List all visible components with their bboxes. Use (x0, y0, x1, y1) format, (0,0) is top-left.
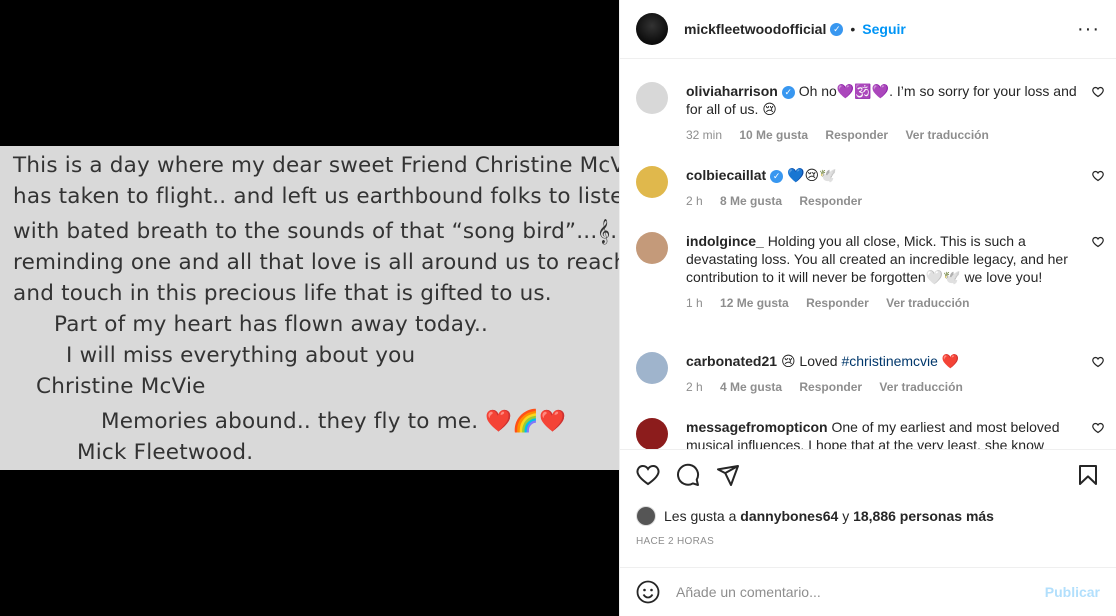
comment-text: ❤️ (941, 353, 960, 369)
translate-button[interactable]: Ver traducción (905, 128, 988, 142)
post-header: mickfleetwoodofficial ✓ • Seguir ··· (620, 0, 1116, 59)
liker-avatar[interactable] (636, 506, 656, 526)
commenter-avatar[interactable] (636, 166, 668, 198)
commenter-avatar[interactable] (636, 232, 668, 264)
translate-button[interactable]: Ver traducción (879, 380, 962, 394)
instagram-post-viewer: This is a day where my dear sweet Friend… (0, 0, 1116, 616)
liker-username[interactable]: dannybones64 (740, 508, 838, 524)
reply-button[interactable]: Responder (806, 296, 869, 310)
author-username[interactable]: mickfleetwoodofficial (684, 21, 826, 37)
comment-item: carbonated21 😢 Loved #christinemcvie ❤️ … (636, 352, 1104, 396)
likes-prefix: Les gusta a (664, 508, 737, 524)
separator-dot: • (850, 21, 856, 37)
comment-username[interactable]: messagefromopticon (686, 419, 828, 435)
comment-body: oliviaharrison ✓ Oh no💜🕉️💜. I’m so sorry … (686, 82, 1104, 144)
likes-count[interactable]: 18,886 personas más (853, 508, 994, 524)
reply-button[interactable]: Responder (825, 128, 888, 142)
image-text-line: Memories abound.. they fly to me. ❤️🌈❤️ (101, 409, 567, 434)
share-icon[interactable] (716, 463, 740, 487)
verified-badge-icon: ✓ (781, 85, 795, 99)
commenter-avatar[interactable] (636, 82, 668, 114)
comment-username[interactable]: oliviaharrison (686, 83, 778, 99)
comment-item: indolgince_ Holding you all close, Mick.… (636, 232, 1104, 312)
comment-username[interactable]: carbonated21 (686, 353, 777, 369)
comment-item: oliviaharrison ✓ Oh no💜🕉️💜. I’m so sorry … (636, 82, 1104, 144)
hashtag-link[interactable]: #christinemcvie (841, 353, 937, 369)
comment-text: 😢 Loved (780, 353, 838, 369)
comment-time[interactable]: 2 h (686, 380, 703, 394)
like-comment-icon[interactable] (1092, 170, 1104, 182)
image-text-line: Part of my heart has flown away today.. (54, 312, 489, 337)
comment-text: 💙😢🕊️ (787, 167, 837, 183)
post-media[interactable]: This is a day where my dear sweet Friend… (0, 0, 619, 616)
like-comment-icon[interactable] (1092, 356, 1104, 368)
comment-time[interactable]: 2 h (686, 194, 703, 208)
translate-button[interactable]: Ver traducción (886, 296, 969, 310)
add-comment-bar: Publicar (620, 567, 1116, 616)
like-comment-icon[interactable] (1092, 86, 1104, 98)
comment-likes[interactable]: 12 Me gusta (720, 296, 789, 310)
comment-item: colbiecaillat ✓ 💙😢🕊️ 2 h 8 Me gusta Respo… (636, 166, 1104, 210)
image-text-line: has taken to flight.. and left us earthb… (13, 184, 619, 209)
bookmark-icon[interactable] (1076, 463, 1100, 487)
more-options-icon[interactable]: ··· (1077, 18, 1100, 41)
comment-username[interactable]: indolgince_ (686, 233, 764, 249)
image-text-line: reminding one and all that love is all a… (13, 250, 619, 275)
comment-meta: 1 h 12 Me gusta Responder Ver traducción (686, 294, 1080, 312)
comment-username[interactable]: colbiecaillat (686, 167, 766, 183)
image-text-line: Mick Fleetwood. (77, 440, 254, 465)
commenter-avatar[interactable] (636, 352, 668, 384)
image-text-line: and touch in this precious life that is … (13, 281, 552, 306)
image-text-line: with bated breath to the sounds of that … (13, 219, 619, 244)
like-icon[interactable] (636, 463, 660, 487)
like-comment-icon[interactable] (1092, 422, 1104, 434)
reply-button[interactable]: Responder (799, 380, 862, 394)
image-text-line: I will miss everything about you (66, 343, 416, 368)
post-actions (620, 449, 1116, 499)
comment-likes[interactable]: 4 Me gusta (720, 380, 782, 394)
author-avatar[interactable] (636, 13, 668, 45)
likes-conj: y (842, 508, 850, 524)
comment-likes[interactable]: 8 Me gusta (720, 194, 782, 208)
follow-button[interactable]: Seguir (862, 21, 906, 37)
verified-badge-icon: ✓ (830, 22, 844, 36)
comment-body: carbonated21 😢 Loved #christinemcvie ❤️ … (686, 352, 1104, 396)
comment-icon[interactable] (676, 463, 700, 487)
comments-list[interactable]: oliviaharrison ✓ Oh no💜🕉️💜. I’m so sorry … (620, 60, 1116, 449)
comment-body: colbiecaillat ✓ 💙😢🕊️ 2 h 8 Me gusta Respo… (686, 166, 1104, 210)
comment-time[interactable]: 1 h (686, 296, 703, 310)
comment-time[interactable]: 32 min (686, 128, 722, 142)
comment-item: messagefromopticon One of my earliest an… (636, 418, 1104, 449)
comment-meta: 2 h 4 Me gusta Responder Ver traducción (686, 378, 1080, 396)
post-timestamp[interactable]: HACE 2 HORAS (636, 536, 714, 547)
comment-body: messagefromopticon One of my earliest an… (686, 418, 1104, 449)
image-text-line: This is a day where my dear sweet Friend… (13, 153, 619, 178)
publish-button[interactable]: Publicar (1045, 584, 1100, 600)
likes-summary[interactable]: Les gusta a dannybones64 y 18,886 person… (636, 506, 994, 526)
comment-meta: 32 min 10 Me gusta Responder Ver traducc… (686, 126, 1080, 144)
comment-meta: 2 h 8 Me gusta Responder (686, 192, 1080, 210)
verified-badge-icon: ✓ (770, 169, 784, 183)
like-comment-icon[interactable] (1092, 236, 1104, 248)
comment-likes[interactable]: 10 Me gusta (739, 128, 808, 142)
post-sidebar: mickfleetwoodofficial ✓ • Seguir ··· oli… (619, 0, 1116, 616)
comment-body: indolgince_ Holding you all close, Mick.… (686, 232, 1104, 312)
image-text-line: Christine McVie (36, 374, 206, 399)
reply-button[interactable]: Responder (799, 194, 862, 208)
post-image[interactable]: This is a day where my dear sweet Friend… (0, 146, 619, 470)
comment-input[interactable] (676, 584, 1045, 600)
commenter-avatar[interactable] (636, 418, 668, 449)
emoji-icon[interactable] (636, 580, 660, 604)
